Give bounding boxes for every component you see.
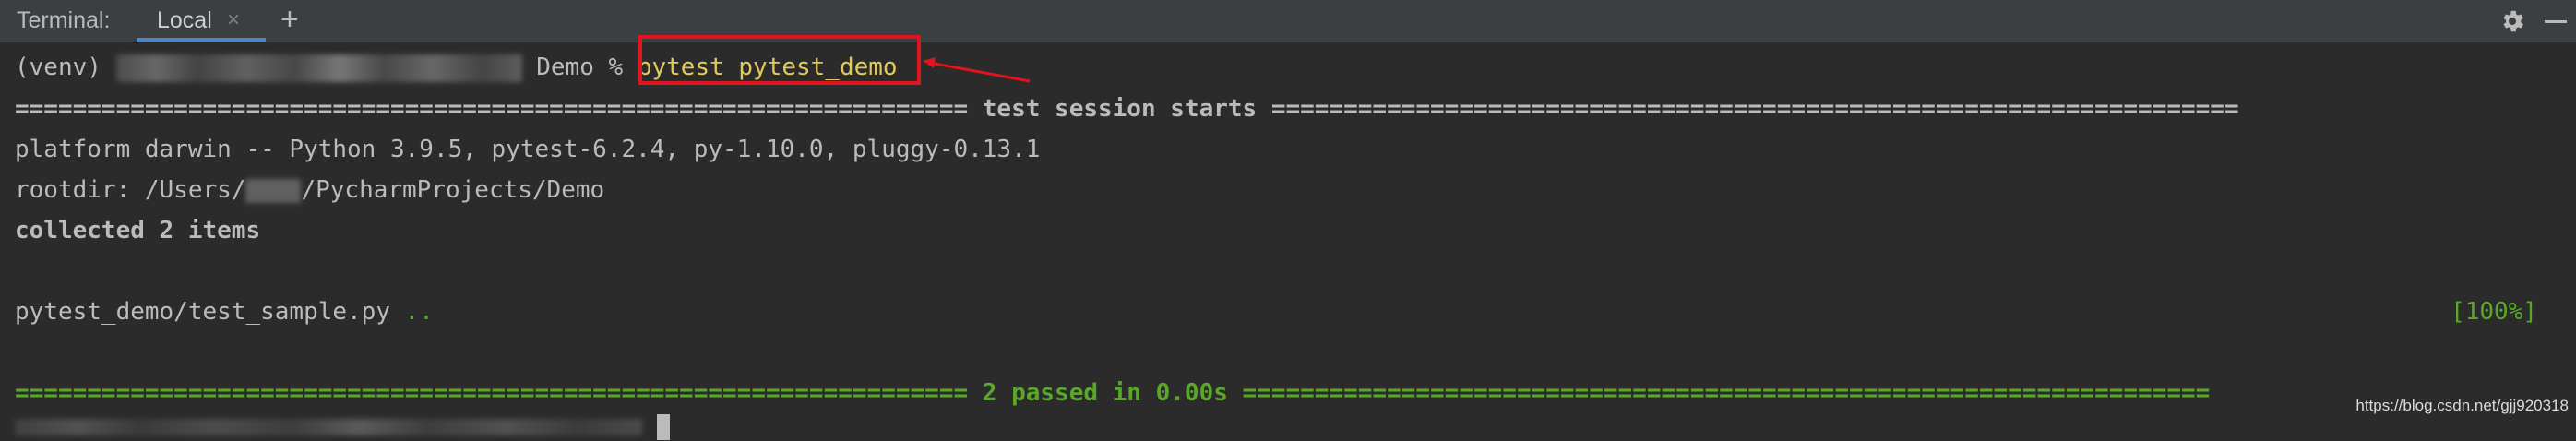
redacted-username <box>245 178 302 203</box>
test-progress-percent: [100%] <box>2451 298 2537 326</box>
tab-local-label: Local <box>157 7 212 33</box>
watermark-url: https://blog.csdn.net/gjj920318 <box>2355 397 2569 414</box>
rootdir-prefix: rootdir: /Users/ <box>15 176 246 204</box>
rootdir-suffix: /PycharmProjects/Demo <box>301 176 605 204</box>
rootdir-line: rootdir: /Users/ /PycharmProjects/Demo <box>15 175 604 205</box>
terminal-output[interactable]: (venv) Demo % pytest pytest_demo =======… <box>0 43 2576 440</box>
test-dots: .. <box>404 298 434 326</box>
active-tab-indicator <box>137 38 266 42</box>
annotation-arrow <box>923 57 1031 83</box>
test-file: pytest_demo/test_sample.py <box>15 298 405 326</box>
redacted-hostname <box>115 54 522 82</box>
close-icon[interactable]: × <box>227 7 240 33</box>
command-highlight-box <box>638 35 921 85</box>
platform-line: platform darwin -- Python 3.9.5, pytest-… <box>15 136 1041 163</box>
terminal-tab-bar: Terminal: Local × + <box>0 0 2576 43</box>
redacted-next-prompt <box>15 418 642 435</box>
prompt-venv: (venv) <box>15 54 116 81</box>
terminal-title: Terminal: <box>17 7 111 33</box>
terminal-cursor <box>656 413 670 440</box>
next-prompt-line <box>15 411 670 441</box>
minimize-icon[interactable] <box>2545 20 2567 23</box>
passed-summary-line: ========================================… <box>15 379 2211 407</box>
prompt-dir: Demo % <box>521 54 638 81</box>
add-terminal-icon[interactable]: + <box>280 2 299 38</box>
test-result-line: pytest_demo/test_sample.py .. <box>15 297 434 327</box>
session-start-line: ========================================… <box>15 95 2239 123</box>
tab-local[interactable]: Local × <box>137 0 266 42</box>
collected-line: collected 2 items <box>15 217 261 244</box>
gear-icon[interactable] <box>2498 7 2526 35</box>
